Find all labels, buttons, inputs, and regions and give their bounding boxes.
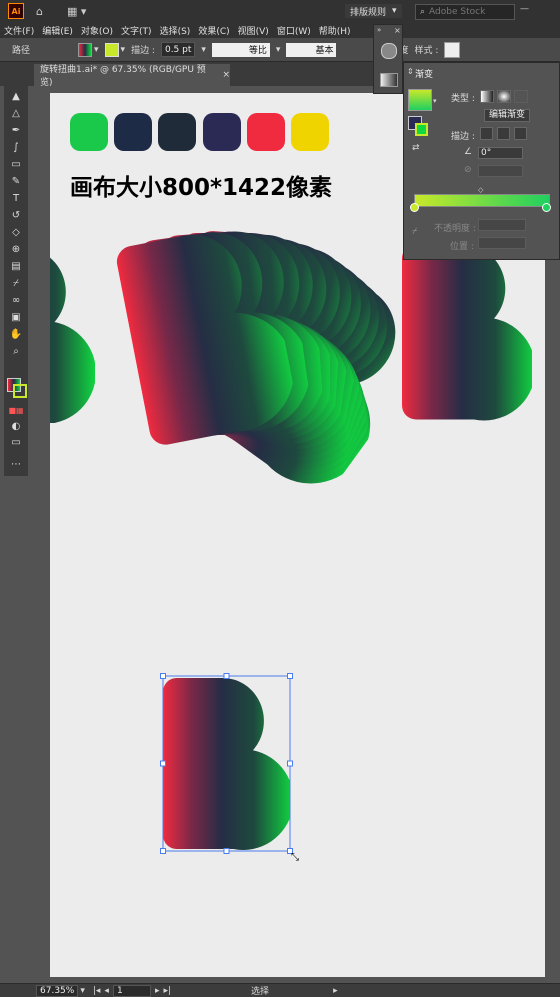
edit-gradient-label: 编辑渐变 <box>488 110 525 120</box>
location-label: 位置 : <box>450 242 474 252</box>
stroke-across-icon[interactable] <box>514 127 527 140</box>
partial-b-left <box>50 248 95 423</box>
appearance-panel-icon[interactable] <box>381 43 397 59</box>
aspect-ratio-icon: ⊘ <box>464 165 472 175</box>
collapsed-panel-dock: » × <box>373 24 403 94</box>
gradient-stop-end[interactable] <box>542 203 551 212</box>
artboard-number-input[interactable]: 1 <box>112 984 151 997</box>
next-artboard-icon[interactable]: ▸ <box>155 986 160 996</box>
b-shape-right <box>402 244 532 421</box>
zoom-value: 67.35% <box>40 985 75 996</box>
stroke-label: 描边 : <box>451 132 475 142</box>
type-label: 类型 : <box>451 94 475 104</box>
twisted-b-fan <box>114 219 444 508</box>
expand-panels-icon[interactable]: » <box>377 26 381 34</box>
stroke-along-icon[interactable] <box>497 127 510 140</box>
reverse-gradient-icon[interactable]: ⇄ <box>412 143 420 153</box>
current-tool-label: 选择 <box>251 987 270 997</box>
gradient-stop-start[interactable] <box>410 203 419 212</box>
chevron-down-icon[interactable]: ▾ <box>80 986 85 996</box>
last-artboard-icon[interactable]: ▸| <box>163 986 171 996</box>
radial-gradient-icon[interactable] <box>497 90 511 103</box>
gradient-preview-swatch[interactable] <box>408 89 432 111</box>
freeform-gradient-icon[interactable] <box>514 90 528 103</box>
gradient-panel: ⇕ 渐变 ▾ 类型 : 编辑渐变 ⇄ 描边 : ∠ 0° ⊘ ◇ ⌿ 不透明度 … <box>403 62 560 260</box>
status-bar: 67.35% ▾ |◂ ◂ 1 ▸ ▸| 选择 ▸ <box>0 983 560 997</box>
artboard-number: 1 <box>116 985 123 996</box>
gradient-tab[interactable]: 渐变 <box>415 67 433 80</box>
aspect-ratio-input[interactable] <box>478 165 523 177</box>
close-icon[interactable]: × <box>394 26 401 35</box>
linear-gradient-icon[interactable] <box>480 90 494 103</box>
zoom-select[interactable]: 67.35% <box>36 984 79 997</box>
opacity-label: 不透明度 : <box>434 224 476 234</box>
angle-icon: ∠ <box>464 147 473 157</box>
panel-menu-icon[interactable]: ⇕ <box>407 67 414 76</box>
stop-location-input[interactable] <box>478 237 526 249</box>
midpoint-diamond-icon[interactable]: ◇ <box>478 186 483 194</box>
gradient-panel-icon[interactable] <box>380 73 398 87</box>
angle-input[interactable]: 0° <box>478 147 523 159</box>
stroke-within-icon[interactable] <box>480 127 493 140</box>
edit-gradient-button[interactable]: 编辑渐变 <box>484 109 530 122</box>
chevron-right-icon[interactable]: ▸ <box>333 986 338 996</box>
gradient-slider[interactable] <box>414 194 550 207</box>
fill-stroke-icon[interactable] <box>408 116 428 136</box>
b-shape-selected[interactable] <box>163 677 293 850</box>
angle-value: 0° <box>481 148 492 158</box>
first-artboard-icon[interactable]: |◂ <box>93 986 101 996</box>
eyedropper-icon[interactable]: ⌿ <box>412 227 417 237</box>
previous-artboard-icon[interactable]: ◂ <box>104 986 109 996</box>
stop-opacity-input[interactable] <box>478 219 526 231</box>
resize-cursor-icon: ⤡ <box>291 852 299 863</box>
chevron-down-icon[interactable]: ▾ <box>433 97 437 105</box>
